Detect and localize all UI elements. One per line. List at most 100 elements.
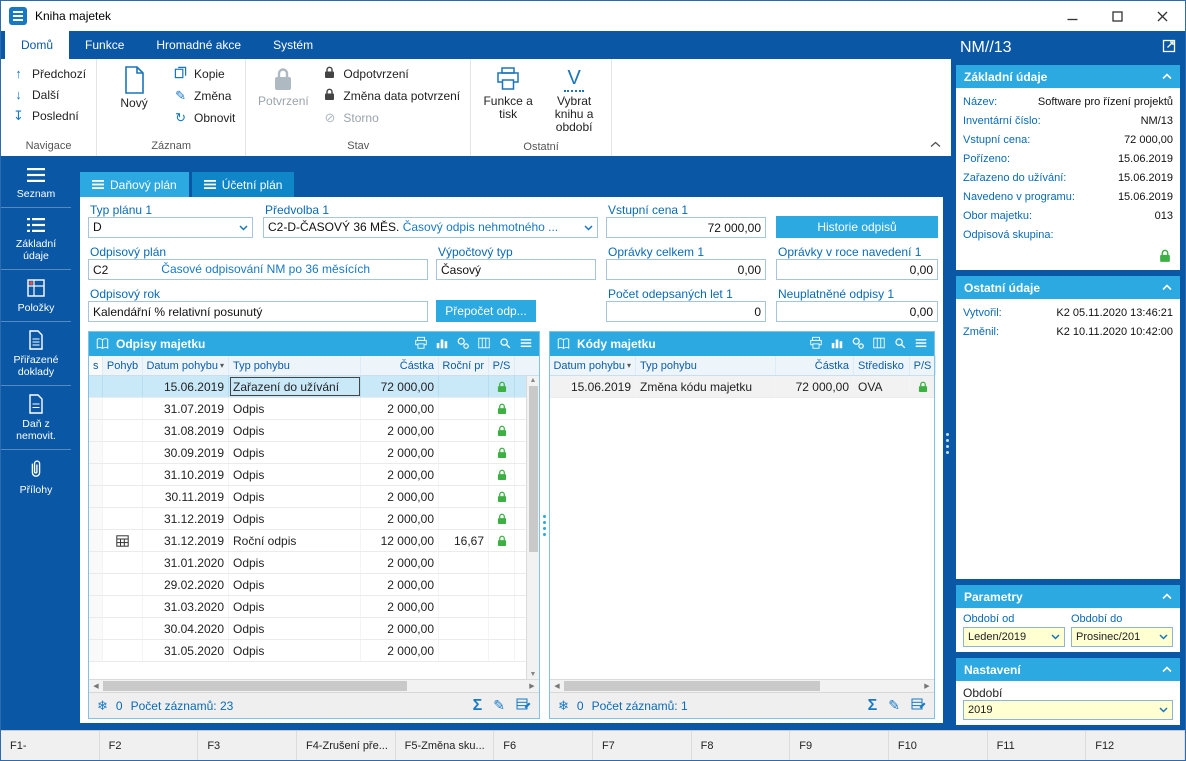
table-row[interactable]: 31.10.2019Odpis2 000,00 — [89, 464, 526, 486]
col-header-datum[interactable]: Datum pohybu▾ — [143, 356, 229, 375]
vypoctovy-typ-input[interactable] — [436, 259, 596, 280]
columns-icon[interactable] — [477, 336, 491, 353]
predvolba-combo[interactable]: C2-D-ČASOVÝ 36 MĚS. Časový odpis nehmotn… — [263, 217, 598, 238]
sidebar-item-prirazene-doklady[interactable]: Přiřazené doklady — [1, 321, 71, 385]
frozen-rows-icon[interactable]: ❄ — [97, 698, 108, 714]
fkey-f7[interactable]: F7 — [593, 731, 692, 760]
close-button[interactable] — [1140, 1, 1185, 31]
storno-button[interactable]: ⊘Storno — [318, 108, 464, 128]
last-button[interactable]: ↧Poslední — [7, 106, 90, 126]
fkey-f6[interactable]: F6 — [494, 731, 593, 760]
maximize-button[interactable] — [1095, 1, 1140, 31]
chart-icon[interactable] — [435, 336, 449, 353]
table-row[interactable]: 29.02.2020Odpis2 000,00 — [89, 574, 526, 596]
section-header[interactable]: Parametry — [956, 585, 1180, 608]
print-icon[interactable] — [809, 336, 823, 353]
col-header-ps[interactable]: P/S — [910, 356, 936, 375]
sidebar-item-prilohy[interactable]: Přílohy — [1, 449, 71, 503]
historie-odpisu-button[interactable]: Historie odpisů — [776, 216, 938, 238]
obdobi-select[interactable]: 2019 — [963, 700, 1173, 720]
col-header-stredisko[interactable]: Středisko — [854, 356, 910, 375]
ribbon-tab-domu[interactable]: Domů — [5, 31, 69, 59]
confirm-button[interactable]: Potvrzení — [252, 62, 314, 137]
sidebar-item-polozky[interactable]: Položky — [1, 269, 71, 321]
fkey-f8[interactable]: F8 — [692, 731, 791, 760]
ribbon-tab-hromadne-akce[interactable]: Hromadné akce — [140, 31, 257, 59]
ribbon-tab-funkce[interactable]: Funkce — [69, 31, 140, 59]
chart-icon[interactable] — [830, 336, 844, 353]
panel-splitter[interactable] — [943, 156, 951, 730]
section-header[interactable]: Ostatní údaje — [956, 276, 1180, 299]
section-header[interactable]: Základní údaje — [956, 65, 1180, 88]
obdobi-do-select[interactable]: Prosinec/201 — [1071, 627, 1173, 647]
table-row[interactable]: 30.09.2019Odpis2 000,00 — [89, 442, 526, 464]
obdobi-od-select[interactable]: Leden/2019 — [963, 627, 1065, 647]
change-confirm-date-button[interactable]: Změna data potvrzení — [318, 86, 464, 106]
col-header-ps[interactable]: P/S — [489, 356, 515, 375]
sum-icon[interactable]: Σ — [868, 697, 878, 715]
col-header-typ[interactable]: Typ pohybu — [229, 356, 361, 375]
horizontal-scrollbar[interactable]: ◀▶ — [550, 679, 934, 692]
edit-icon[interactable]: ✎ — [888, 697, 900, 714]
fkey-f4[interactable]: F4-Zrušení pře... — [297, 731, 396, 760]
fkey-f12[interactable]: F12 — [1086, 731, 1185, 760]
new-record-button[interactable]: Nový — [103, 62, 165, 137]
gears-icon[interactable] — [851, 336, 865, 353]
table-row[interactable]: 30.04.2020Odpis2 000,00 — [89, 618, 526, 640]
col-header-castka[interactable]: Částka — [361, 356, 439, 375]
pocet-let-input[interactable] — [606, 301, 766, 322]
table-row[interactable]: 30.11.2019Odpis2 000,00 — [89, 486, 526, 508]
neuplatnene-input[interactable] — [776, 301, 938, 322]
edit-icon[interactable]: ✎ — [493, 697, 505, 714]
col-header-pohyb[interactable]: Pohyb — [103, 356, 143, 375]
table-row[interactable]: 31.07.2019Odpis2 000,00 — [89, 398, 526, 420]
odpisovy-rok-input[interactable] — [88, 301, 428, 322]
menu-icon[interactable] — [914, 336, 928, 353]
settings-search-icon[interactable] — [498, 336, 512, 353]
tab-ucetni-plan[interactable]: Účetní plán — [192, 172, 295, 197]
select-book-period-button[interactable]: V Vybrat knihu a období — [543, 62, 605, 138]
col-header-datum[interactable]: Datum pohybu▾ — [550, 356, 636, 375]
print-icon[interactable] — [414, 336, 428, 353]
opravky-celkem-input[interactable] — [606, 259, 766, 280]
odpisovy-plan-field[interactable]: C2 Časové odpisování NM po 36 měsících — [88, 259, 428, 280]
scrollbar-thumb[interactable] — [564, 681, 820, 691]
gears-icon[interactable] — [456, 336, 470, 353]
previous-button[interactable]: ↑Předchozí — [7, 64, 90, 83]
fkey-f3[interactable]: F3 — [198, 731, 297, 760]
ribbon-tab-system[interactable]: Systém — [257, 31, 329, 59]
table-row[interactable]: 31.01.2020Odpis2 000,00 — [89, 552, 526, 574]
sidebar-item-dan-z-nemovit[interactable]: Daň z nemovit. — [1, 385, 71, 449]
table-row[interactable]: 31.03.2020Odpis2 000,00 — [89, 596, 526, 618]
fkey-f2[interactable]: F2 — [100, 731, 199, 760]
table-row[interactable]: 31.12.2019Odpis2 000,00 — [89, 508, 526, 530]
scrollbar-thumb[interactable] — [529, 386, 538, 552]
menu-icon[interactable] — [519, 336, 533, 353]
settings-search-icon[interactable] — [893, 336, 907, 353]
col-header-s[interactable]: s — [89, 356, 103, 375]
frozen-rows-icon[interactable]: ❄ — [558, 698, 569, 714]
vstupni-cena-input[interactable] — [606, 217, 766, 238]
prepocet-button[interactable]: Přepočet odp... — [436, 300, 536, 322]
typ-planu-combo[interactable]: D — [88, 217, 253, 238]
col-header-castka[interactable]: Částka — [776, 356, 854, 375]
next-button[interactable]: ↓Další — [7, 85, 90, 104]
edit-button[interactable]: ✎Změna — [169, 86, 239, 106]
table-row[interactable]: 31.12.2019Roční odpis12 000,0016,67 — [89, 530, 526, 552]
expand-panel-button[interactable] — [1162, 39, 1176, 58]
vertical-scrollbar[interactable]: ▲▼ — [526, 376, 539, 679]
functions-print-button[interactable]: Funkce a tisk — [477, 62, 539, 138]
table-row[interactable]: 15.06.2019Zařazení do užívání72 000,00 — [89, 376, 526, 398]
tab-danovy-plan[interactable]: Daňový plán — [80, 172, 189, 197]
fkey-f9[interactable]: F9 — [790, 731, 889, 760]
col-header-typ[interactable]: Typ pohybu — [636, 356, 776, 375]
refresh-button[interactable]: ↻Obnovit — [169, 108, 239, 128]
fkey-f11[interactable]: F11 — [988, 731, 1087, 760]
edit-table-icon[interactable] — [516, 697, 531, 714]
collapse-ribbon-button[interactable] — [930, 137, 941, 151]
horizontal-scrollbar[interactable]: ◀▶ — [89, 679, 539, 692]
grid-splitter[interactable] — [540, 331, 549, 719]
sidebar-item-seznam[interactable]: Seznam — [1, 158, 71, 207]
minimize-button[interactable] — [1050, 1, 1095, 31]
col-header-rocni[interactable]: Roční pr — [439, 356, 489, 375]
